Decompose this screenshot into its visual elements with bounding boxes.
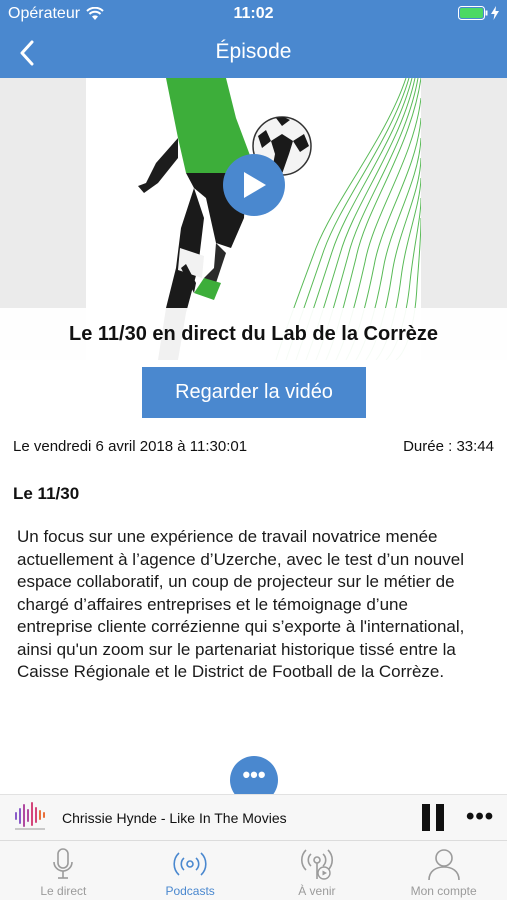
pause-button[interactable] <box>422 804 446 832</box>
play-button[interactable] <box>223 154 285 216</box>
battery-icon <box>458 6 488 20</box>
play-icon <box>244 172 266 198</box>
charging-icon <box>491 6 499 20</box>
tab-podcasts[interactable]: Podcasts <box>127 841 254 900</box>
episode-caption: Le 11/30 en direct du Lab de la Corrèze <box>0 308 507 360</box>
microphone-icon <box>53 848 74 879</box>
mini-player[interactable]: Chrissie Hynde - Like In The Movies ••• <box>0 794 507 840</box>
episode-duration: Durée : 33:44 <box>403 438 494 455</box>
battery <box>458 6 499 20</box>
podcast-play-icon <box>300 849 333 880</box>
tab-label: À venir <box>298 884 336 898</box>
pause-icon <box>422 804 430 831</box>
show-name: Le 11/30 <box>13 484 80 503</box>
watch-video-button[interactable]: Regarder la vidéo <box>142 367 366 418</box>
broadcast-icon <box>173 852 207 876</box>
tab-bar: Le direct Podcasts À venir Mon compte <box>0 840 507 900</box>
nav-bar: Épisode <box>0 28 507 78</box>
episode-date: Le vendredi 6 avril 2018 à 11:30:01 <box>13 438 248 455</box>
status-bar: Opérateur 11:02 <box>0 0 507 28</box>
episode-meta: Le vendredi 6 avril 2018 à 11:30:01 Duré… <box>13 438 494 455</box>
episode-description: Un focus sur une expérience de travail n… <box>17 527 465 681</box>
pause-icon <box>436 804 444 831</box>
tab-label: Podcasts <box>165 884 215 898</box>
tab-label: Mon compte <box>410 884 477 898</box>
clock: 11:02 <box>233 5 274 22</box>
tab-le-direct[interactable]: Le direct <box>0 841 127 900</box>
station-logo-icon <box>15 802 45 830</box>
page-title: Épisode <box>215 40 292 63</box>
now-playing-track: Chrissie Hynde - Like In The Movies <box>62 810 287 826</box>
tab-mon-compte[interactable]: Mon compte <box>380 841 507 900</box>
player-menu-button[interactable]: ••• <box>466 803 494 831</box>
tab-a-venir[interactable]: À venir <box>254 841 381 900</box>
tab-label: Le direct <box>40 884 87 898</box>
user-icon <box>427 849 460 881</box>
